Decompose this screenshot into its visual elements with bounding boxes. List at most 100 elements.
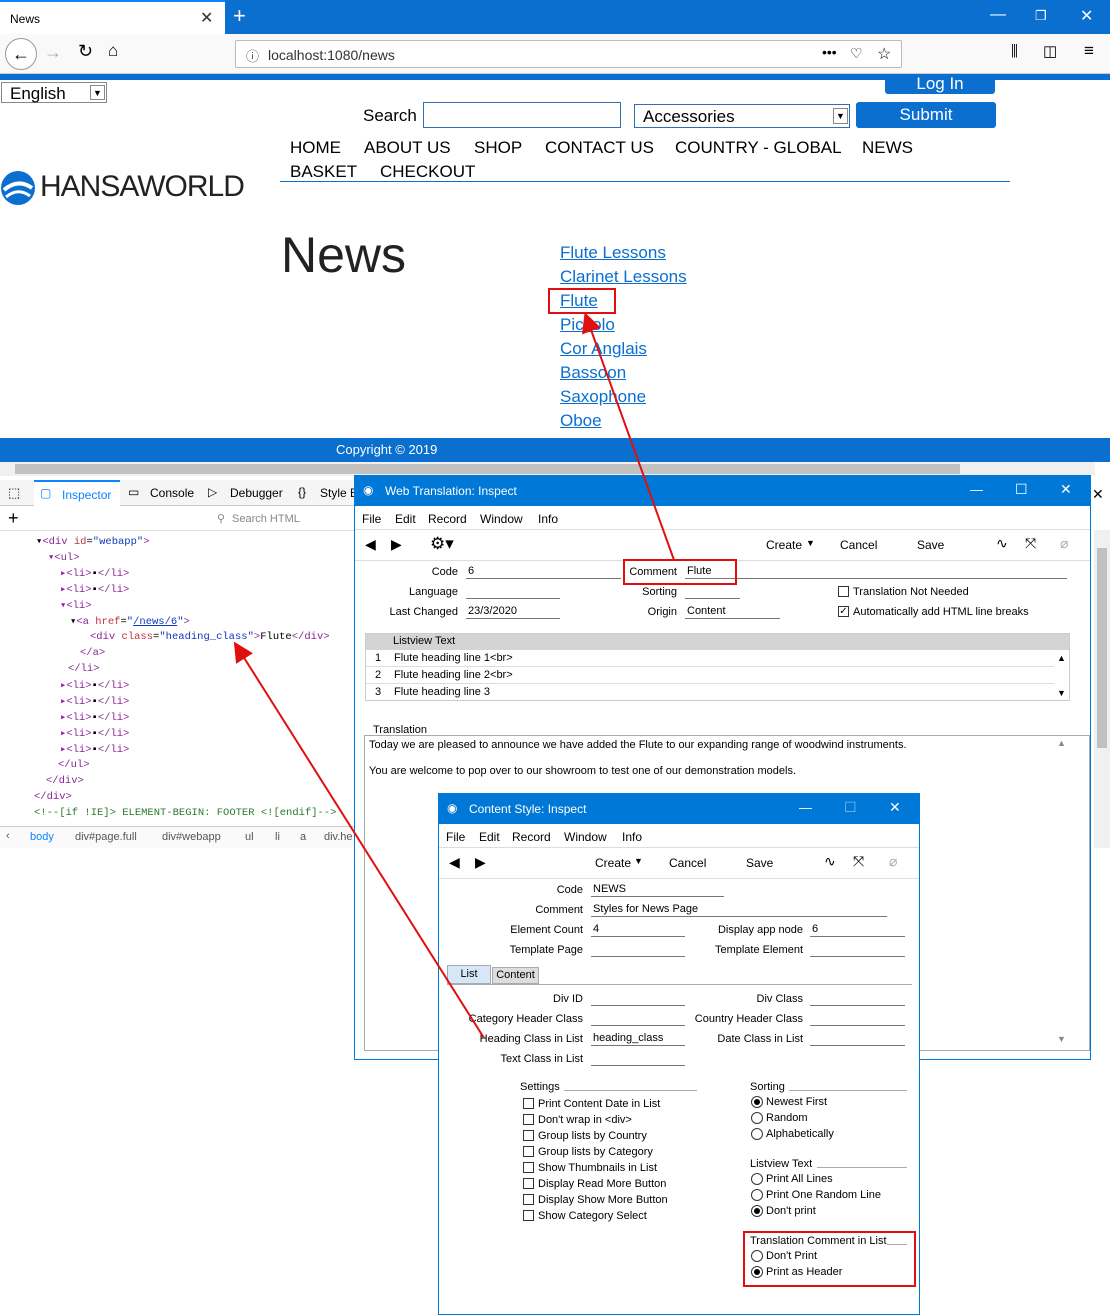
tree-node[interactable]: </li>	[68, 663, 100, 675]
tree-node[interactable]: ▸<li>▪</li>	[60, 679, 129, 692]
tree-node[interactable]: ▾<ul>	[48, 551, 80, 564]
prev-record-icon[interactable]: ◀	[365, 536, 376, 553]
nav-home[interactable]: HOME	[290, 138, 341, 158]
close-tab-icon[interactable]: ✕	[200, 8, 213, 28]
attachment-icon[interactable]: ⌀	[1060, 535, 1068, 552]
close-devtools-icon[interactable]: ✕	[1092, 486, 1104, 503]
crumb[interactable]: a	[300, 831, 306, 843]
horizontal-scrollbar[interactable]	[0, 462, 1095, 476]
tree-node[interactable]: </div>	[34, 791, 72, 803]
cancel-button[interactable]: Cancel	[840, 538, 877, 552]
attachment-icon[interactable]: ⌀	[889, 853, 897, 870]
create-button[interactable]: Create	[595, 856, 631, 870]
scroll-up-icon[interactable]: ▲	[1057, 738, 1066, 748]
sort-radio[interactable]	[751, 1096, 763, 1108]
scroll-up-icon[interactable]: ▲	[1057, 653, 1066, 663]
url-bar[interactable]: ⓘ localhost:1080/news ••• ♡ ☆	[235, 40, 902, 68]
tree-node[interactable]: </ul>	[58, 759, 90, 771]
restore-icon[interactable]: ❐	[1035, 8, 1047, 24]
pick-element-icon[interactable]: ⬚	[8, 485, 20, 501]
vertical-scrollbar[interactable]	[1094, 530, 1110, 848]
add-node-icon[interactable]: +	[8, 508, 19, 529]
search-html-input[interactable]: Search HTML	[232, 513, 300, 525]
div-id-field[interactable]	[591, 992, 685, 1006]
more-icon[interactable]: •••	[822, 44, 837, 60]
tab-list[interactable]: List	[447, 965, 491, 984]
news-link[interactable]: Clarinet Lessons	[560, 267, 687, 287]
setting-checkbox[interactable]	[523, 1162, 534, 1173]
menu-record[interactable]: Record	[428, 512, 467, 526]
sorting-field[interactable]	[685, 585, 740, 599]
text-class-field[interactable]	[591, 1052, 685, 1066]
news-link[interactable]: Flute Lessons	[560, 243, 666, 263]
nav-country[interactable]: COUNTRY - GLOBAL	[675, 138, 842, 158]
scroll-down-icon[interactable]: ▼	[1057, 688, 1066, 698]
table-row[interactable]: 2 Flute heading line 2<br>	[366, 668, 1054, 684]
next-record-icon[interactable]: ▶	[475, 854, 486, 871]
news-link[interactable]: Cor Anglais	[560, 339, 647, 359]
pocket-icon[interactable]: ♡	[850, 45, 863, 62]
code-field[interactable]: 6	[466, 565, 621, 579]
scroll-thumb[interactable]	[1097, 548, 1107, 748]
save-button[interactable]: Save	[917, 538, 944, 552]
scroll-down-icon[interactable]: ▼	[1057, 1034, 1066, 1044]
crumb[interactable]: div#page.full	[75, 831, 137, 843]
category-select[interactable]: Accessories ▼	[634, 104, 850, 128]
category-header-field[interactable]	[591, 1012, 685, 1026]
expand-icon[interactable]: ⤧	[853, 853, 864, 870]
comment-field[interactable]: Flute	[685, 565, 1067, 579]
forward-button[interactable]: →	[44, 42, 62, 63]
comment-field[interactable]: Styles for News Page	[591, 903, 887, 917]
submit-button[interactable]: Submit	[856, 102, 996, 128]
cancel-button[interactable]: Cancel	[669, 856, 706, 870]
table-row[interactable]: 3 Flute heading line 3	[366, 685, 1054, 701]
close-icon[interactable]: ✕	[1060, 481, 1072, 498]
tree-node[interactable]: </div>	[46, 775, 84, 787]
login-button[interactable]: Log In	[885, 75, 995, 94]
setting-checkbox[interactable]	[523, 1178, 534, 1189]
tree-node[interactable]: ▸<li>▪</li>	[60, 743, 129, 756]
translation-not-needed-checkbox[interactable]	[838, 586, 849, 597]
setting-checkbox[interactable]	[523, 1114, 534, 1125]
language-field[interactable]	[466, 585, 560, 599]
new-tab-icon[interactable]: +	[233, 3, 246, 29]
prev-record-icon[interactable]: ◀	[449, 854, 460, 871]
activity-icon[interactable]: ∿	[996, 535, 1008, 552]
nav-basket[interactable]: BASKET	[290, 162, 357, 182]
country-header-field[interactable]	[810, 1012, 905, 1026]
chevron-left-icon[interactable]: ‹	[6, 830, 10, 842]
listview-radio[interactable]	[751, 1205, 763, 1217]
maximize-icon[interactable]: ☐	[1015, 481, 1028, 498]
tree-node[interactable]: ▸<li>▪</li>	[60, 695, 129, 708]
scroll-thumb[interactable]	[15, 464, 960, 474]
create-button[interactable]: Create	[766, 538, 802, 552]
nav-contact[interactable]: CONTACT US	[545, 138, 654, 158]
template-element-field[interactable]	[810, 943, 905, 957]
menu-info[interactable]: Info	[622, 830, 642, 844]
sort-radio[interactable]	[751, 1112, 763, 1124]
browser-tab[interactable]: News ✕	[0, 0, 225, 34]
menu-edit[interactable]: Edit	[395, 512, 416, 526]
news-link[interactable]: Bassoon	[560, 363, 626, 383]
nav-about[interactable]: ABOUT US	[364, 138, 451, 158]
nav-news[interactable]: NEWS	[862, 138, 913, 158]
tree-node[interactable]: ▸<li>▪</li>	[60, 583, 129, 596]
tab-inspector[interactable]: ▢ Inspector	[34, 480, 120, 506]
crumb[interactable]: ul	[245, 831, 254, 843]
search-input[interactable]	[423, 102, 621, 128]
menu-file[interactable]: File	[362, 512, 381, 526]
menu-icon[interactable]: ≡	[1084, 41, 1094, 61]
listview-radio[interactable]	[751, 1189, 763, 1201]
next-record-icon[interactable]: ▶	[391, 536, 402, 553]
crumb[interactable]: div#webapp	[162, 831, 221, 843]
setting-checkbox[interactable]	[523, 1130, 534, 1141]
menu-edit[interactable]: Edit	[479, 830, 500, 844]
news-link[interactable]: Oboe	[560, 411, 602, 431]
gear-icon[interactable]: ⚙▾	[430, 534, 454, 554]
auto-breaks-checkbox[interactable]: ✓	[838, 606, 849, 617]
div-class-field[interactable]	[810, 992, 905, 1006]
setting-checkbox[interactable]	[523, 1146, 534, 1157]
library-icon[interactable]: ⫼	[1011, 43, 1018, 60]
home-icon[interactable]: ⌂	[108, 41, 118, 61]
listview-radio[interactable]	[751, 1173, 763, 1185]
